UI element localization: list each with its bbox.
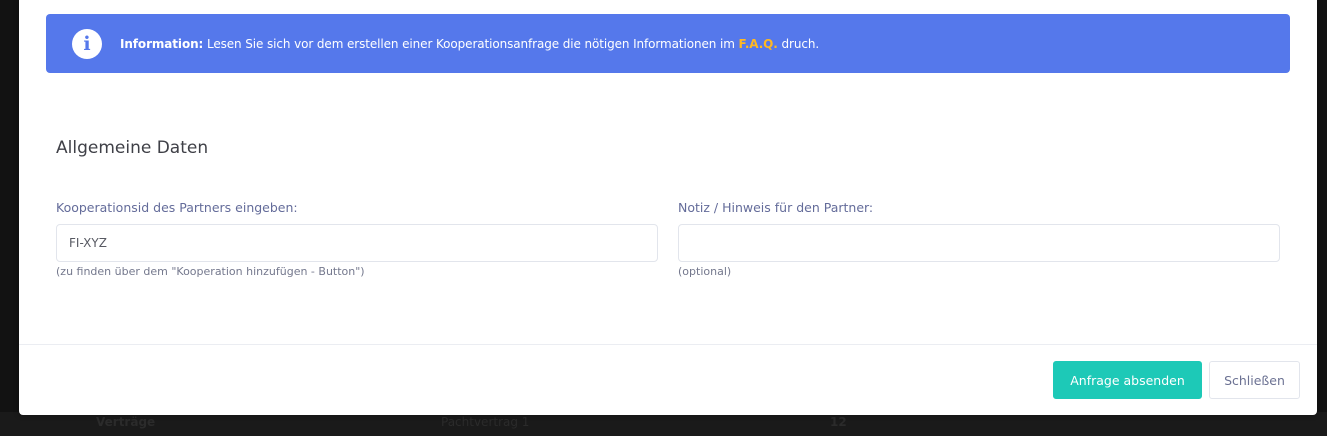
info-alert: i Information: Lesen Sie sich vor dem er…	[46, 14, 1290, 73]
background-cell: Pachtvertrag 1	[441, 415, 530, 429]
cooperation-id-label: Kooperationsid des Partners eingeben:	[56, 200, 298, 215]
alert-text-before: Lesen Sie sich vor dem erstellen einer K…	[203, 36, 739, 51]
modal-footer-divider	[19, 344, 1317, 345]
partner-note-help: (optional)	[678, 265, 732, 278]
partner-note-label: Notiz / Hinweis für den Partner:	[678, 200, 874, 215]
alert-text-after: druch.	[777, 36, 820, 51]
cooperation-id-help: (zu finden über dem "Kooperation hinzufü…	[56, 265, 365, 278]
section-title: Allgemeine Daten	[56, 138, 209, 158]
send-request-button[interactable]: Anfrage absenden	[1053, 361, 1202, 399]
alert-label: Information:	[120, 36, 204, 51]
close-button[interactable]: Schließen	[1209, 361, 1300, 399]
faq-link[interactable]: F.A.Q.	[739, 37, 778, 51]
info-icon: i	[72, 28, 102, 59]
background-table-row: Verträge Pachtvertrag 1 12	[0, 412, 1327, 436]
alert-message: Information: Lesen Sie sich vor dem erst…	[120, 37, 819, 51]
background-cell: Verträge	[96, 415, 156, 429]
background-cell: 12	[830, 415, 847, 429]
partner-note-input[interactable]	[678, 224, 1280, 262]
cooperation-request-modal: i Information: Lesen Sie sich vor dem er…	[19, 0, 1317, 415]
cooperation-id-input[interactable]	[56, 224, 658, 262]
